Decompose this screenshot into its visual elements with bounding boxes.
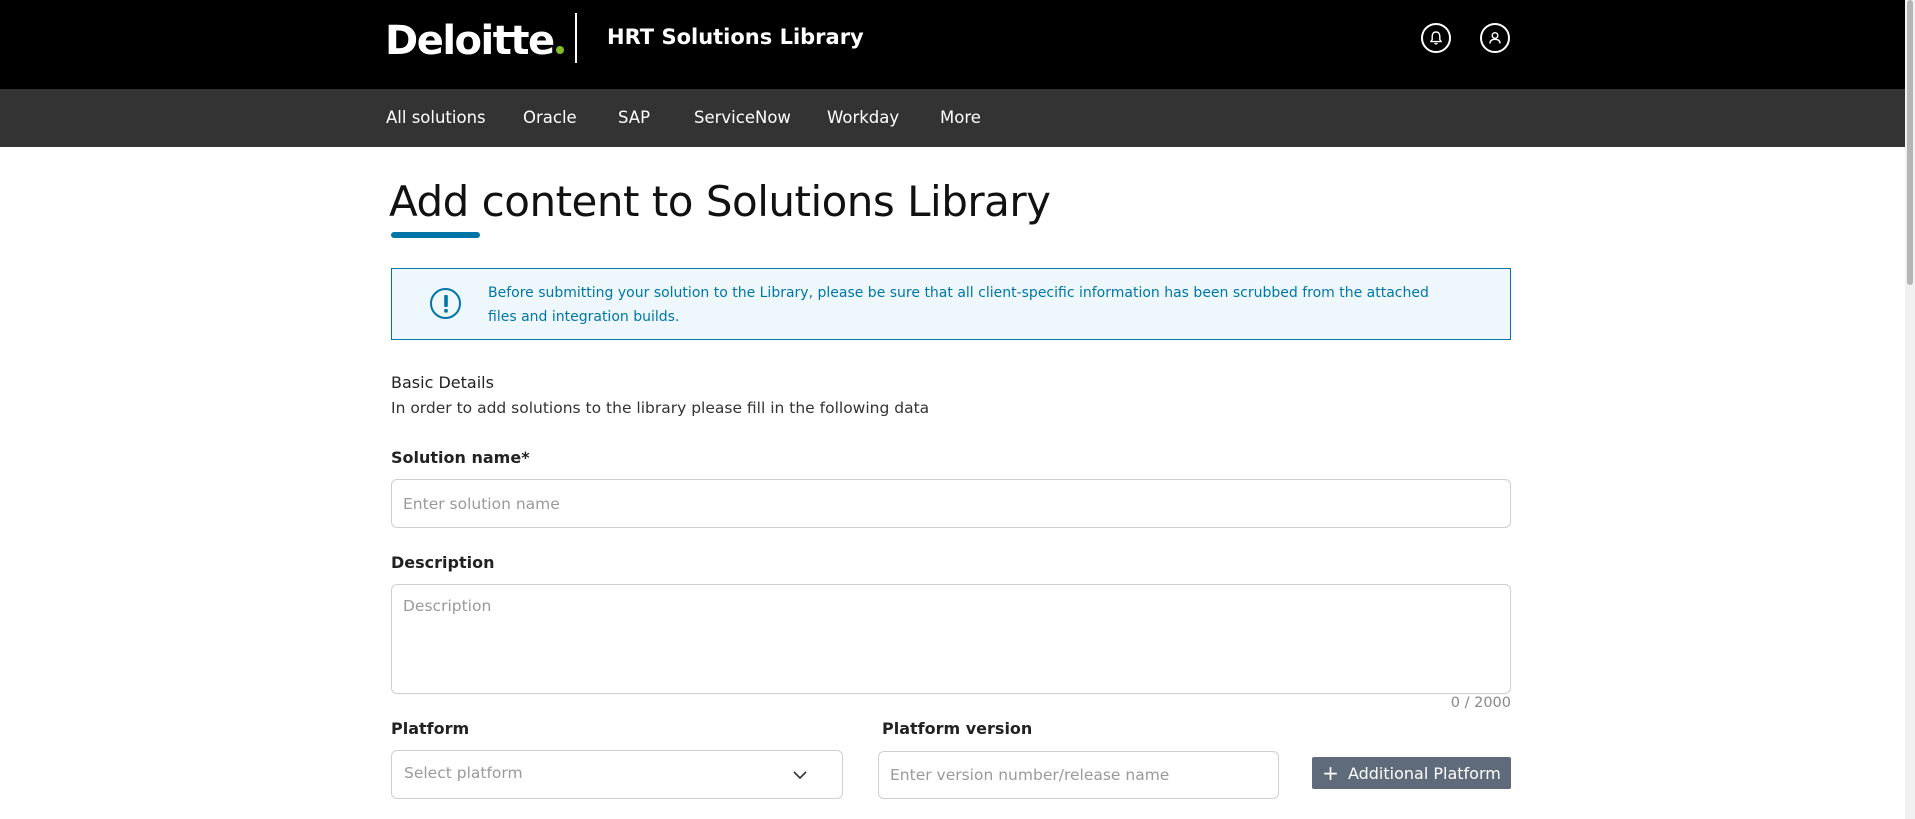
plus-icon: +: [1322, 761, 1339, 785]
platform-select[interactable]: Select platform: [391, 750, 843, 799]
chevron-down-icon: [793, 771, 807, 780]
notice-banner: Before submitting your solution to the L…: [391, 268, 1511, 340]
page-title: Add content to Solutions Library: [389, 177, 1051, 226]
platform-version-input[interactable]: [878, 751, 1279, 799]
app-title[interactable]: HRT Solutions Library: [607, 23, 864, 51]
title-underline: [391, 232, 480, 238]
page-scrollbar[interactable]: [1905, 0, 1915, 819]
logo-text: Deloitte: [385, 18, 555, 64]
additional-platform-button[interactable]: + Additional Platform: [1312, 757, 1511, 789]
user-icon: [1489, 32, 1501, 44]
solution-name-input[interactable]: [391, 479, 1511, 528]
scrollbar-thumb[interactable]: [1907, 0, 1913, 285]
notice-text: Before submitting your solution to the L…: [488, 285, 1429, 325]
nav-item-all-solutions[interactable]: All solutions: [386, 89, 486, 147]
platform-label: Platform: [391, 719, 470, 738]
header-divider: [575, 13, 577, 63]
bell-icon: [1430, 31, 1442, 45]
solution-name-label: Solution name*: [391, 448, 530, 467]
nav-item-servicenow[interactable]: ServiceNow: [694, 89, 791, 147]
exclamation-icon: [430, 288, 461, 319]
user-profile-button[interactable]: [1480, 23, 1510, 53]
top-header: Deloitte HRT Solutions Library: [0, 0, 1905, 89]
nav-item-oracle[interactable]: Oracle: [523, 89, 577, 147]
main-navigation: All solutions Oracle SAP ServiceNow Work…: [0, 89, 1905, 147]
platform-version-label: Platform version: [882, 719, 1033, 738]
deloitte-logo[interactable]: Deloitte: [385, 16, 564, 66]
nav-item-sap[interactable]: SAP: [618, 89, 650, 147]
notifications-button[interactable]: [1421, 23, 1451, 53]
section-subtitle: In order to add solutions to the library…: [391, 399, 930, 417]
nav-item-more[interactable]: More: [940, 89, 981, 147]
logo-dot: [555, 46, 564, 54]
section-title: Basic Details: [391, 373, 494, 392]
platform-select-placeholder: Select platform: [404, 764, 523, 782]
additional-platform-label: Additional Platform: [1347, 763, 1501, 783]
description-char-counter: 0 / 2000: [1450, 695, 1511, 711]
description-label: Description: [391, 553, 495, 572]
description-textarea[interactable]: [391, 584, 1511, 694]
nav-item-workday[interactable]: Workday: [827, 89, 899, 147]
